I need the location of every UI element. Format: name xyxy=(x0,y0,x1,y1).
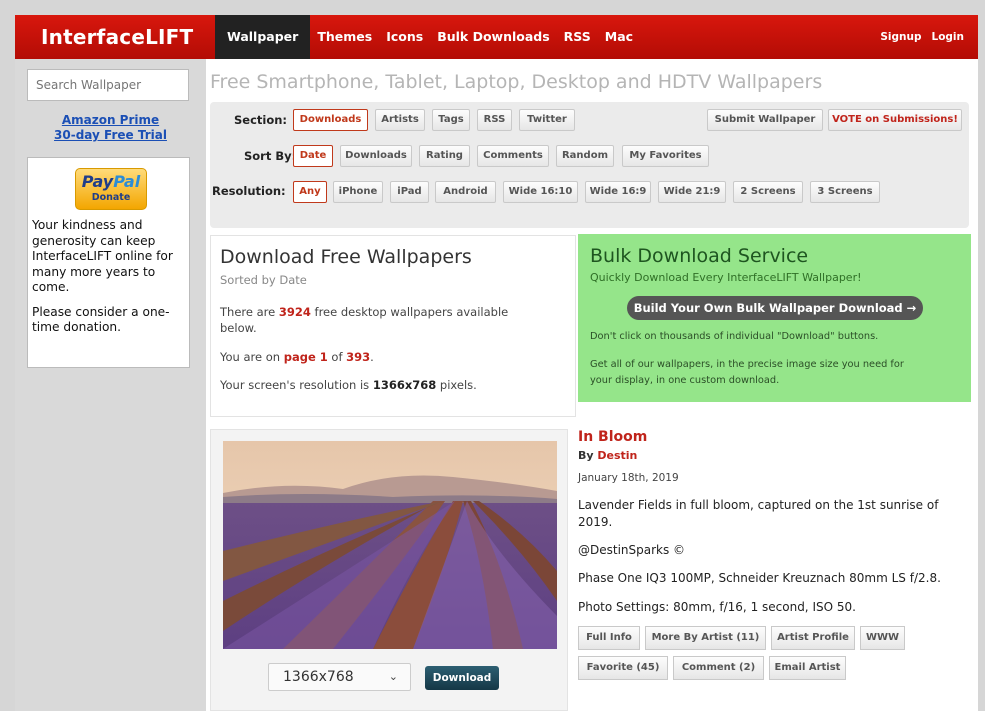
sort-comments[interactable]: Comments xyxy=(477,145,549,167)
site-logo[interactable]: InterfaceLIFT xyxy=(41,25,193,49)
bulk-download-title: Bulk Download Service xyxy=(590,245,809,267)
donate-message: Your kindness and generosity can keep In… xyxy=(32,218,190,345)
sort-label: Sort By: xyxy=(244,149,297,163)
artist-profile-button[interactable]: Artist Profile xyxy=(771,626,855,650)
current-page: page 1 xyxy=(283,350,328,364)
signup-link[interactable]: Signup xyxy=(880,15,921,59)
resolution-select-value: 1366x768 xyxy=(283,669,354,685)
resolution-select[interactable]: 1366x768 ⌄ xyxy=(268,663,411,691)
nav-themes[interactable]: Themes xyxy=(310,15,379,59)
more-by-artist-button[interactable]: More By Artist (11) xyxy=(645,626,766,650)
screen-resolution-value: 1366x768 xyxy=(372,378,437,392)
camera-info: Phase One IQ3 100MP, Schneider Kreuznach… xyxy=(578,571,941,585)
nav-icons[interactable]: Icons xyxy=(379,15,430,59)
donate-paragraph-2: Please consider a one-time donation. xyxy=(32,304,170,335)
paypal-donate-button[interactable]: PayPal Donate xyxy=(75,168,147,210)
wallpaper-credit: @DestinSparks © xyxy=(578,543,686,557)
top-navigation-bar: InterfaceLIFT Wallpaper Themes Icons Bul… xyxy=(15,15,978,59)
section-artists[interactable]: Artists xyxy=(375,109,425,131)
wallpaper-count-text: There are 3924 free desktop wallpapers a… xyxy=(220,305,509,335)
browser-page: InterfaceLIFT Wallpaper Themes Icons Bul… xyxy=(15,15,978,711)
wallpaper-description: Lavender Fields in full bloom, captured … xyxy=(578,498,939,529)
page-title: Free Smartphone, Tablet, Laptop, Desktop… xyxy=(210,71,823,93)
sort-random[interactable]: Random xyxy=(556,145,614,167)
www-button[interactable]: WWW xyxy=(860,626,905,650)
resolution-label: Resolution: xyxy=(212,184,286,198)
email-artist-button[interactable]: Email Artist xyxy=(769,656,846,680)
resolution-wide-21-9[interactable]: Wide 21:9 xyxy=(658,181,726,203)
bulk-note-2: Get all of our wallpapers, in the precis… xyxy=(590,359,904,386)
wallpaper-byline: By Destin xyxy=(578,449,638,462)
donate-box: PayPal Donate Your kindness and generosi… xyxy=(27,157,190,368)
amazon-line-1: Amazon Prime xyxy=(61,113,160,127)
resolution-ipad[interactable]: iPad xyxy=(390,181,429,203)
section-downloads[interactable]: Downloads xyxy=(293,109,368,131)
donate-paragraph-1: Your kindness and generosity can keep In… xyxy=(32,218,173,294)
screen-resolution-text: Your screen's resolution is 1366x768 pix… xyxy=(220,378,477,392)
bulk-download-box: Bulk Download Service Quickly Download E… xyxy=(578,234,971,402)
paypal-logo: PayPal xyxy=(81,172,141,191)
resolution-iphone[interactable]: iPhone xyxy=(333,181,383,203)
main-nav: Wallpaper Themes Icons Bulk Downloads RS… xyxy=(215,15,640,59)
amazon-prime-link[interactable]: Amazon Prime 30-day Free Trial xyxy=(15,113,206,143)
wallpaper-title[interactable]: In Bloom xyxy=(578,429,647,445)
resolution-2-screens[interactable]: 2 Screens xyxy=(733,181,803,203)
lavender-field-image xyxy=(223,441,557,649)
bulk-note-1: Don't click on thousands of individual "… xyxy=(590,331,879,342)
section-rss[interactable]: RSS xyxy=(477,109,512,131)
nav-mac[interactable]: Mac xyxy=(598,15,640,59)
sort-order-subtitle: Sorted by Date xyxy=(220,273,307,287)
sort-my-favorites[interactable]: My Favorites xyxy=(622,145,709,167)
resolution-android[interactable]: Android xyxy=(435,181,496,203)
wallpaper-card: 1366x768 ⌄ Download xyxy=(210,429,568,711)
resolution-wide-16-9[interactable]: Wide 16:9 xyxy=(585,181,651,203)
full-info-button[interactable]: Full Info xyxy=(578,626,640,650)
download-info-box: Download Free Wallpapers Sorted by Date … xyxy=(210,235,576,417)
wallpaper-thumbnail[interactable] xyxy=(223,441,557,649)
resolution-any[interactable]: Any xyxy=(293,181,327,203)
resolution-wide-16-10[interactable]: Wide 16:10 xyxy=(503,181,578,203)
wallpaper-count: 3924 xyxy=(278,305,311,319)
nav-bulk-downloads[interactable]: Bulk Downloads xyxy=(430,15,556,59)
download-button[interactable]: Download xyxy=(425,666,499,690)
nav-rss[interactable]: RSS xyxy=(557,15,598,59)
page-position-text: You are on page 1 of 393. xyxy=(220,350,374,364)
sidebar: Amazon Prime 30-day Free Trial PayPal Do… xyxy=(15,59,206,711)
login-link[interactable]: Login xyxy=(932,15,965,59)
vote-submissions-button[interactable]: VOTE on Submissions! xyxy=(828,109,962,131)
artist-link[interactable]: Destin xyxy=(597,449,637,462)
sort-downloads[interactable]: Downloads xyxy=(340,145,412,167)
comment-button[interactable]: Comment (2) xyxy=(673,656,764,680)
wallpaper-date: January 18th, 2019 xyxy=(578,472,679,484)
nav-wallpaper[interactable]: Wallpaper xyxy=(215,15,311,59)
resolution-3-screens[interactable]: 3 Screens xyxy=(810,181,880,203)
bulk-download-tagline: Quickly Download Every InterfaceLIFT Wal… xyxy=(590,271,862,284)
sort-rating[interactable]: Rating xyxy=(419,145,470,167)
favorite-button[interactable]: Favorite (45) xyxy=(578,656,668,680)
filter-panel: Section: Downloads Artists Tags RSS Twit… xyxy=(210,102,969,228)
auth-links: Signup Login xyxy=(880,15,964,59)
sort-date[interactable]: Date xyxy=(293,145,333,167)
section-label: Section: xyxy=(234,113,288,127)
amazon-line-2: 30-day Free Trial xyxy=(54,128,167,142)
paypal-donate-label: Donate xyxy=(91,192,131,203)
download-info-title: Download Free Wallpapers xyxy=(220,246,472,268)
submit-wallpaper-button[interactable]: Submit Wallpaper xyxy=(707,109,823,131)
section-twitter[interactable]: Twitter xyxy=(519,109,575,131)
photo-settings: Photo Settings: 80mm, f/16, 1 second, IS… xyxy=(578,600,856,614)
search-input[interactable] xyxy=(27,69,189,101)
total-pages: 393 xyxy=(346,350,371,364)
section-tags[interactable]: Tags xyxy=(432,109,470,131)
chevron-down-icon: ⌄ xyxy=(388,670,398,683)
build-bulk-download-button[interactable]: Build Your Own Bulk Wallpaper Download → xyxy=(627,296,923,320)
